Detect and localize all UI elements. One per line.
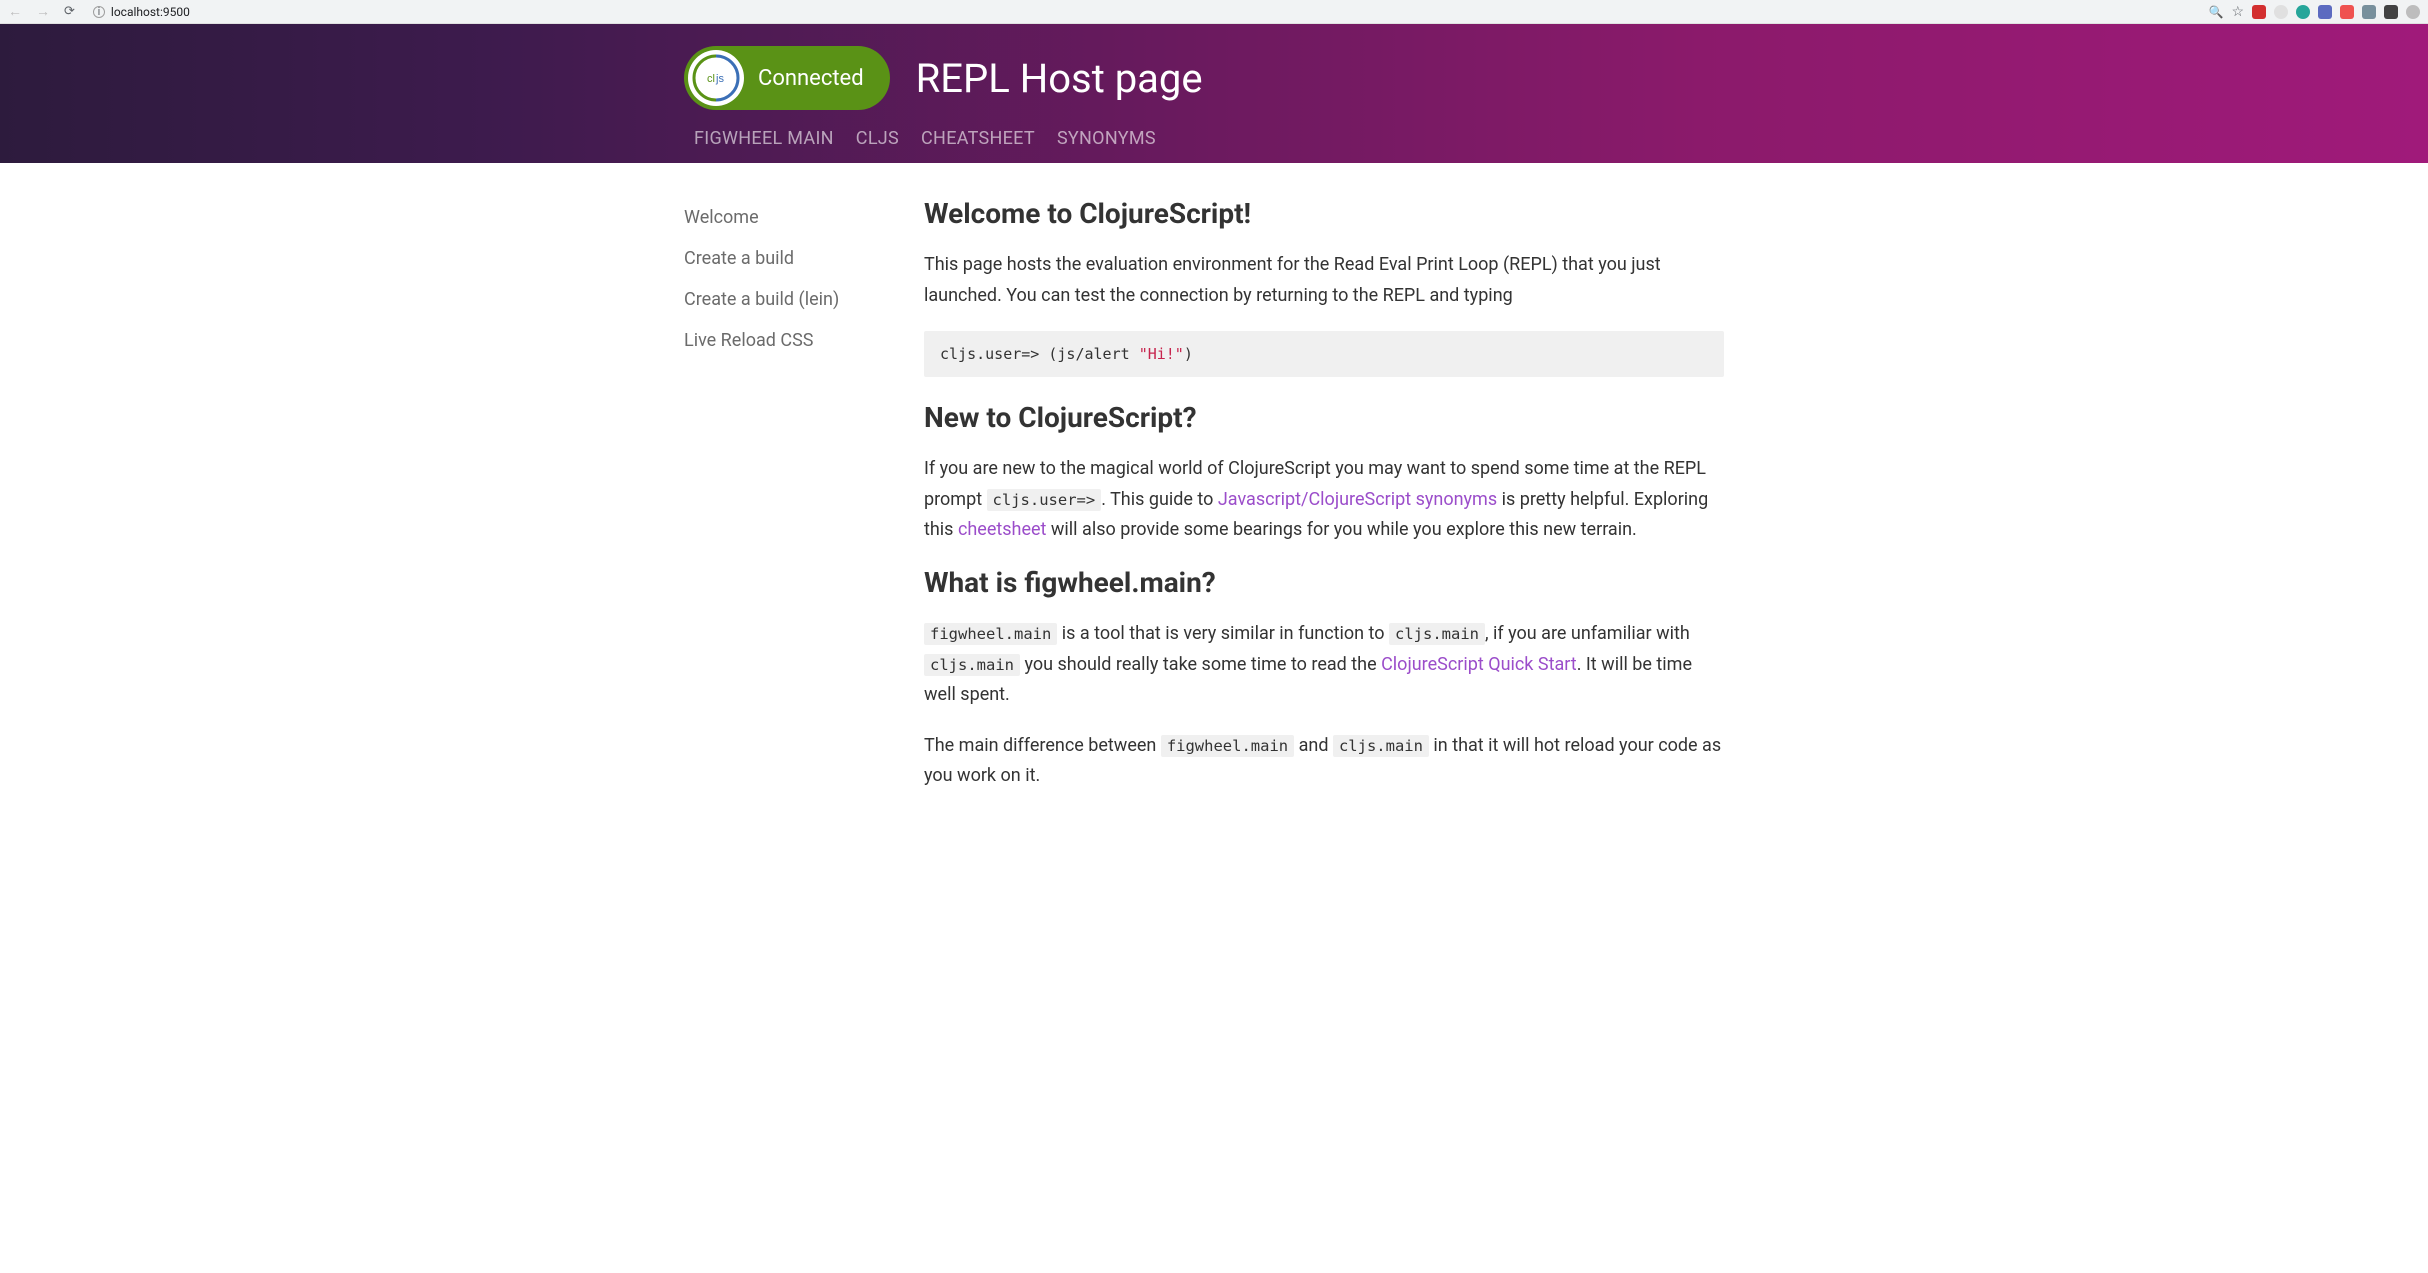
nav-cheatsheet[interactable]: CHEATSHEET: [921, 128, 1035, 149]
zoom-icon[interactable]: 🔍: [2208, 5, 2223, 19]
reload-button[interactable]: ⟳: [64, 4, 75, 19]
extension-icon[interactable]: [2318, 5, 2332, 19]
forward-button[interactable]: →: [36, 3, 50, 20]
synonyms-link[interactable]: Javascript/ClojureScript synonyms: [1218, 489, 1497, 510]
extension-icon[interactable]: [2274, 5, 2288, 19]
extension-icon[interactable]: [2340, 5, 2354, 19]
sidebar-item-welcome[interactable]: Welcome: [684, 197, 924, 238]
bookmark-icon[interactable]: ☆: [2231, 4, 2244, 20]
page-header: cl js Connected REPL Host page FIGWHEEL …: [0, 24, 2428, 163]
welcome-heading: Welcome to ClojureScript!: [924, 197, 1724, 230]
inline-code: cljs.main: [924, 654, 1020, 676]
browser-actions: 🔍 ☆: [2208, 4, 2420, 20]
extension-icon[interactable]: [2406, 5, 2420, 19]
svg-text:js: js: [715, 73, 724, 85]
connection-status-pill: cl js Connected: [684, 46, 890, 110]
main-content: Welcome to ClojureScript! This page host…: [924, 197, 1724, 812]
sidebar-item-live-reload-css[interactable]: Live Reload CSS: [684, 320, 924, 361]
back-button[interactable]: ←: [8, 3, 22, 20]
quick-start-link[interactable]: ClojureScript Quick Start: [1381, 654, 1577, 675]
sidebar-item-create-build-lein[interactable]: Create a build (lein): [684, 279, 924, 320]
svg-text:cl: cl: [707, 73, 715, 85]
code-example: cljs.user=> (js/alert "Hi!"): [924, 331, 1724, 377]
new-to-cljs-text: If you are new to the magical world of C…: [924, 454, 1724, 546]
cheatsheet-link[interactable]: cheetsheet: [958, 519, 1047, 540]
nav-figwheel-main[interactable]: FIGWHEEL MAIN: [694, 128, 834, 149]
extension-icon[interactable]: [2296, 5, 2310, 19]
inline-code: figwheel.main: [924, 623, 1057, 645]
inline-code: cljs.main: [1333, 735, 1429, 757]
figwheel-text-2: The main difference between figwheel.mai…: [924, 731, 1724, 792]
inline-code: cljs.user=>: [987, 489, 1102, 511]
sidebar: Welcome Create a build Create a build (l…: [684, 197, 924, 812]
page-title: REPL Host page: [916, 55, 1203, 102]
nav-synonyms[interactable]: SYNONYMS: [1057, 128, 1156, 149]
nav-cljs[interactable]: CLJS: [856, 128, 899, 149]
header-nav: FIGWHEEL MAIN CLJS CHEATSHEET SYNONYMS: [684, 128, 1744, 163]
extension-icon[interactable]: [2362, 5, 2376, 19]
extension-icon[interactable]: [2252, 5, 2266, 19]
sidebar-item-create-build[interactable]: Create a build: [684, 238, 924, 279]
welcome-text: This page hosts the evaluation environme…: [924, 250, 1724, 311]
inline-code: cljs.main: [1389, 623, 1485, 645]
figwheel-text-1: figwheel.main is a tool that is very sim…: [924, 619, 1724, 711]
site-info-icon[interactable]: i: [93, 6, 105, 18]
new-to-cljs-heading: New to ClojureScript?: [924, 401, 1724, 434]
extension-icon[interactable]: [2384, 5, 2398, 19]
inline-code: figwheel.main: [1161, 735, 1294, 757]
url-text: localhost:9500: [111, 5, 190, 19]
browser-toolbar: ← → ⟳ i localhost:9500 🔍 ☆: [0, 0, 2428, 24]
connected-label: Connected: [758, 66, 864, 91]
address-bar[interactable]: i localhost:9500: [93, 5, 190, 19]
cljs-logo-icon: cl js: [688, 50, 744, 106]
what-is-figwheel-heading: What is figwheel.main?: [924, 566, 1724, 599]
page-body: Welcome Create a build Create a build (l…: [684, 163, 1744, 812]
